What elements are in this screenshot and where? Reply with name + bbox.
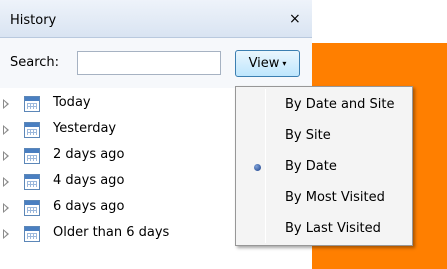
tree-item-label: 4 days ago [53,173,125,188]
search-row: Search: View ▾ [0,38,312,88]
tree-item-label: 6 days ago [53,199,125,214]
tree-item-label: Older than 6 days [53,225,170,240]
view-menu: By Date and Site By Site By Date By Most… [235,86,413,246]
calendar-icon [24,226,40,242]
calendar-icon [24,148,40,164]
search-input[interactable] [77,51,221,75]
sidebar-header: History × [0,0,312,38]
expand-arrow-icon[interactable] [3,203,9,213]
sidebar-title: History [10,13,57,28]
view-button-label: View [248,56,280,71]
menu-item-label: By Last Visited [285,221,381,236]
menu-item-by-date-and-site[interactable]: By Date and Site [238,90,410,120]
expand-arrow-icon[interactable] [3,125,9,135]
radio-selected-icon [254,164,261,171]
menu-item-by-site[interactable]: By Site [238,121,410,151]
menu-item-label: By Date and Site [285,97,395,112]
tree-item-label: Today [53,95,91,110]
expand-arrow-icon[interactable] [3,177,9,187]
expand-arrow-icon[interactable] [3,229,9,239]
search-label: Search: [10,55,60,70]
expand-arrow-icon[interactable] [3,99,9,109]
calendar-icon [24,174,40,190]
close-icon[interactable]: × [289,12,301,26]
menu-item-by-date[interactable]: By Date [238,152,410,182]
menu-item-by-last-visited[interactable]: By Last Visited [238,214,410,244]
tree-item-label: Yesterday [53,121,117,136]
dropdown-arrow-icon: ▾ [282,59,287,68]
tree-item-label: 2 days ago [53,147,125,162]
menu-item-label: By Site [285,128,331,143]
expand-arrow-icon[interactable] [3,151,9,161]
calendar-icon [24,200,40,216]
menu-item-label: By Date [285,159,337,174]
calendar-icon [24,96,40,112]
menu-item-by-most-visited[interactable]: By Most Visited [238,183,410,213]
view-button[interactable]: View ▾ [235,50,300,77]
calendar-icon [24,122,40,138]
menu-item-label: By Most Visited [285,190,385,205]
